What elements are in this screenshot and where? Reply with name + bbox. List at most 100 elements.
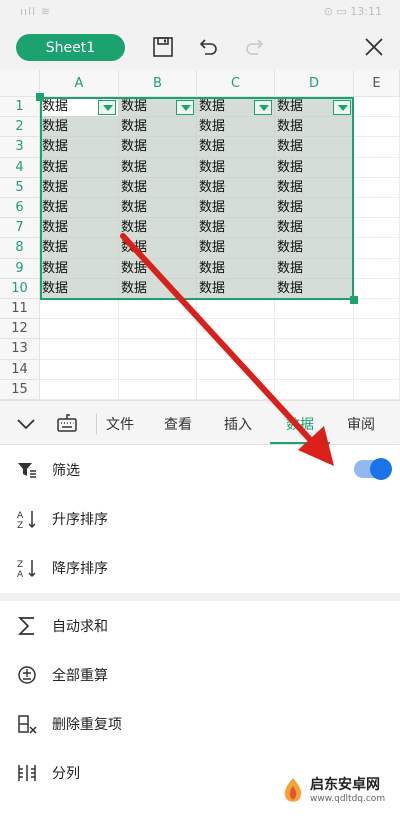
cell-a6[interactable]: 数据 — [40, 198, 119, 219]
cell-d4[interactable]: 数据 — [275, 157, 354, 178]
row-header-3[interactable]: 3 — [0, 137, 40, 158]
cell-b3[interactable]: 数据 — [119, 137, 197, 158]
cell-a13[interactable] — [40, 339, 119, 360]
cell-c10[interactable]: 数据 — [197, 278, 275, 299]
spreadsheet-grid[interactable]: A B C D E 1 数据 数据 数据 数据 2 数据 数据 数据 数据 3 数据 数据 数据 数据 4 数据 数据 数据数… — [0, 70, 400, 400]
cell-d2[interactable]: 数据 — [275, 117, 354, 138]
cell-c15[interactable] — [197, 379, 275, 400]
cell-c8[interactable]: 数据 — [197, 238, 275, 259]
grid-corner[interactable] — [0, 70, 40, 97]
cell-b13[interactable] — [119, 339, 197, 360]
collapse-chevron-icon[interactable] — [16, 414, 36, 434]
cell-a2[interactable]: 数据 — [40, 117, 119, 138]
row-header-7[interactable]: 7 — [0, 218, 40, 239]
cell-a5[interactable]: 数据 — [40, 177, 119, 198]
tab-4[interactable]: 审阅 — [331, 401, 391, 446]
cell-c4[interactable]: 数据 — [197, 157, 275, 178]
cell-b14[interactable] — [119, 359, 197, 380]
cell-a10[interactable]: 数据 — [40, 278, 119, 299]
cell-a4[interactable]: 数据 — [40, 157, 119, 178]
cell-e4[interactable] — [354, 157, 400, 178]
cell-c9[interactable]: 数据 — [197, 258, 275, 279]
filter-dropdown-a-icon[interactable] — [98, 100, 116, 115]
menu-item-sum[interactable]: 自动求和 — [0, 601, 400, 650]
cell-e12[interactable] — [354, 319, 400, 340]
cell-a9[interactable]: 数据 — [40, 258, 119, 279]
cell-e9[interactable] — [354, 258, 400, 279]
selection-handle-top-left[interactable] — [36, 93, 44, 101]
cell-b10[interactable]: 数据 — [119, 278, 197, 299]
close-icon[interactable] — [362, 35, 386, 59]
cell-b9[interactable]: 数据 — [119, 258, 197, 279]
tab-1[interactable]: 查看 — [150, 401, 206, 446]
cell-c13[interactable] — [197, 339, 275, 360]
cell-d13[interactable] — [275, 339, 354, 360]
cell-e2[interactable] — [354, 117, 400, 138]
tab-3[interactable]: 数据 — [270, 401, 330, 446]
cell-a12[interactable] — [40, 319, 119, 340]
cell-d3[interactable]: 数据 — [275, 137, 354, 158]
cell-b5[interactable]: 数据 — [119, 177, 197, 198]
cell-e10[interactable] — [354, 278, 400, 299]
cell-c3[interactable]: 数据 — [197, 137, 275, 158]
column-header-b[interactable]: B — [119, 70, 197, 97]
cell-e7[interactable] — [354, 218, 400, 239]
cell-d9[interactable]: 数据 — [275, 258, 354, 279]
cell-e8[interactable] — [354, 238, 400, 259]
row-header-14[interactable]: 14 — [0, 359, 40, 380]
cell-c14[interactable] — [197, 359, 275, 380]
cell-c5[interactable]: 数据 — [197, 177, 275, 198]
cell-c11[interactable] — [197, 299, 275, 320]
row-header-4[interactable]: 4 — [0, 157, 40, 178]
undo-icon[interactable] — [196, 35, 220, 59]
cell-c2[interactable]: 数据 — [197, 117, 275, 138]
cell-b11[interactable] — [119, 299, 197, 320]
cell-c12[interactable] — [197, 319, 275, 340]
column-header-a[interactable]: A — [40, 70, 119, 97]
row-header-6[interactable]: 6 — [0, 198, 40, 219]
filter-dropdown-d-icon[interactable] — [333, 100, 351, 115]
cell-e14[interactable] — [354, 359, 400, 380]
cell-c6[interactable]: 数据 — [197, 198, 275, 219]
column-header-e[interactable]: E — [354, 70, 400, 97]
menu-item-recalculate[interactable]: 全部重算 — [0, 650, 400, 699]
tab-0[interactable]: 文件 — [100, 401, 140, 446]
cell-d7[interactable]: 数据 — [275, 218, 354, 239]
cell-a11[interactable] — [40, 299, 119, 320]
cell-d8[interactable]: 数据 — [275, 238, 354, 259]
row-header-8[interactable]: 8 — [0, 238, 40, 259]
filter-dropdown-b-icon[interactable] — [176, 100, 194, 115]
cell-b7[interactable]: 数据 — [119, 218, 197, 239]
cell-a14[interactable] — [40, 359, 119, 380]
cell-a7[interactable]: 数据 — [40, 218, 119, 239]
row-header-13[interactable]: 13 — [0, 339, 40, 360]
cell-b4[interactable]: 数据 — [119, 157, 197, 178]
cell-e5[interactable] — [354, 177, 400, 198]
cell-d15[interactable] — [275, 379, 354, 400]
cell-c7[interactable]: 数据 — [197, 218, 275, 239]
cell-d6[interactable]: 数据 — [275, 198, 354, 219]
column-header-c[interactable]: C — [197, 70, 275, 97]
menu-item-sort-descending[interactable]: Z A 降序排序 — [0, 543, 400, 592]
filter-toggle[interactable] — [354, 458, 392, 480]
selection-handle-bottom-right[interactable] — [350, 296, 358, 304]
row-header-12[interactable]: 12 — [0, 319, 40, 340]
row-header-2[interactable]: 2 — [0, 117, 40, 138]
cell-a15[interactable] — [40, 379, 119, 400]
cell-b2[interactable]: 数据 — [119, 117, 197, 138]
row-header-9[interactable]: 9 — [0, 258, 40, 279]
cell-e1[interactable] — [354, 97, 400, 118]
row-header-5[interactable]: 5 — [0, 177, 40, 198]
cell-a8[interactable]: 数据 — [40, 238, 119, 259]
cell-b6[interactable]: 数据 — [119, 198, 197, 219]
cell-e6[interactable] — [354, 198, 400, 219]
cell-d5[interactable]: 数据 — [275, 177, 354, 198]
cell-b8[interactable]: 数据 — [119, 238, 197, 259]
keyboard-icon[interactable] — [56, 413, 78, 435]
sheet-tab[interactable]: Sheet1 — [16, 34, 125, 61]
row-header-1[interactable]: 1 — [0, 97, 40, 118]
cell-d11[interactable] — [275, 299, 354, 320]
menu-item-sort-ascending[interactable]: A Z 升序排序 — [0, 494, 400, 543]
cell-e11[interactable] — [354, 299, 400, 320]
cell-e13[interactable] — [354, 339, 400, 360]
